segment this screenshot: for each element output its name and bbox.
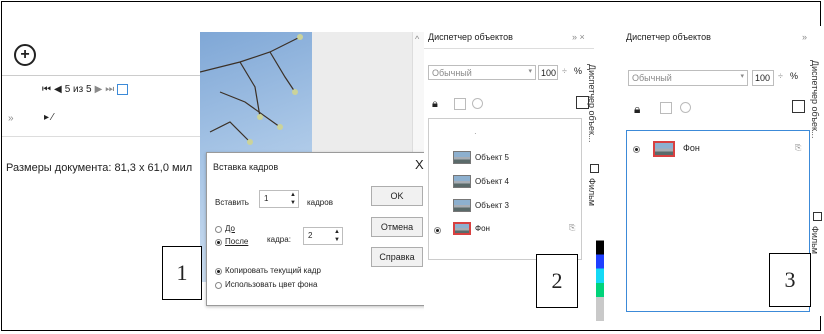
lock-icon[interactable]: 🔒︎	[432, 98, 438, 111]
dialog-title: Вставка кадров	[213, 162, 279, 172]
opacity-stepper-icon[interactable]: ÷	[778, 71, 783, 81]
copy-frame-label[interactable]: Копировать текущий кадр	[225, 266, 321, 275]
lock-icon[interactable]: 🔒︎	[634, 102, 640, 117]
toolbar-separator	[2, 75, 200, 76]
panel-collapse-icon[interactable]: »	[802, 32, 807, 42]
percent-sign: %	[790, 71, 799, 81]
list-item-label[interactable]: Фон	[683, 143, 700, 153]
title-separator	[424, 48, 594, 49]
panel-collapse-icon[interactable]: » ×	[572, 32, 585, 42]
object-thumb	[453, 151, 471, 164]
after-label[interactable]: После	[225, 237, 248, 246]
frame-number-value: 2	[308, 231, 313, 240]
side-tab-object-manager[interactable]: Диспетчер объек...	[810, 60, 820, 138]
after-radio[interactable]	[215, 239, 222, 246]
figure-label-2: 2	[536, 254, 578, 308]
figure-label-1: 1	[162, 246, 202, 300]
percent-sign: %	[574, 66, 583, 76]
side-tab-square-icon[interactable]	[590, 164, 599, 173]
insert-count-input[interactable]: 1 ▲ ▼	[259, 190, 299, 208]
check-icon[interactable]	[472, 98, 483, 109]
panel-title: Диспетчер объектов	[626, 32, 711, 42]
blend-mode-value: Обычный	[432, 68, 472, 78]
use-bg-radio[interactable]	[215, 282, 222, 289]
before-label[interactable]: До	[225, 224, 235, 233]
list-item-label[interactable]: Объект 4	[475, 177, 509, 186]
opacity-stepper-icon[interactable]: ÷	[562, 66, 567, 76]
cancel-button[interactable]: Отмена	[371, 217, 423, 237]
side-tab-square-icon[interactable]	[813, 212, 822, 221]
figure-frame: + ⏮ ◀ 5 из 5 ▶ ⏭ » ▸ ⁄ Размеры документа…	[1, 1, 822, 331]
opacity-input[interactable]: 100	[538, 65, 558, 80]
spin-icon[interactable]: ▲ ▼	[290, 191, 296, 207]
figure-label-3: 3	[769, 253, 811, 307]
list-item-label[interactable]: Объект 3	[475, 201, 509, 210]
chevron-down-icon: ▾	[528, 68, 532, 75]
side-tab-object-manager[interactable]: Диспетчер объек...	[587, 64, 597, 142]
frame-label: кадра:	[267, 235, 291, 244]
use-bg-label[interactable]: Использовать цвет фона	[225, 280, 317, 289]
insert-frames-dialog: Вставка кадров X Вставить 1 ▲ ▼ кадров До…	[206, 152, 434, 306]
panel-1: + ⏮ ◀ 5 из 5 ▶ ⏭ » ▸ ⁄ Размеры документа…	[2, 2, 200, 202]
toolbar-separator-2	[2, 136, 200, 137]
list-item-partial: ·	[474, 129, 477, 138]
layer-options-icon[interactable]: ⎘	[795, 143, 801, 153]
ok-button[interactable]: OK	[371, 186, 423, 206]
copy-frame-radio[interactable]	[215, 268, 222, 275]
first-frame-icon[interactable]: ⏮	[42, 84, 51, 95]
object-thumb	[453, 199, 471, 212]
next-frame-icon[interactable]: ▶	[95, 84, 103, 95]
list-item-label[interactable]: Фон	[475, 224, 490, 233]
list-item-label[interactable]: Объект 5	[475, 153, 509, 162]
spin-icon[interactable]: ▲ ▼	[334, 228, 340, 244]
color-palette	[596, 226, 604, 321]
visibility-radio[interactable]	[434, 227, 441, 234]
blend-mode-select[interactable]: Обычный ▾	[628, 70, 748, 86]
side-tab-film[interactable]: Фильм	[587, 178, 597, 206]
last-frame-icon[interactable]: ⏭	[105, 84, 114, 95]
insert-label: Вставить	[215, 198, 249, 207]
object-list: · Объект 5 Объект 4 Объект 3 Фон ⎘	[428, 118, 582, 260]
frames-unit: кадров	[307, 198, 333, 207]
frame-settings-icon[interactable]	[117, 83, 129, 95]
blend-mode-select[interactable]: Обычный ▾	[428, 65, 536, 80]
frame-number-input[interactable]: 2 ▲ ▼	[303, 227, 343, 245]
expand-icon[interactable]: »	[8, 113, 14, 124]
before-radio[interactable]	[215, 226, 222, 233]
scroll-up-icon[interactable]: ^	[415, 34, 419, 44]
frame-navigation: ⏮ ◀ 5 из 5 ▶ ⏭	[42, 82, 129, 96]
panel-title: Диспетчер объектов	[428, 32, 513, 42]
insert-count-value: 1	[264, 194, 269, 203]
help-button[interactable]: Справка	[371, 247, 423, 267]
check-icon[interactable]	[680, 102, 691, 113]
side-tab-film[interactable]: Фильм	[810, 226, 820, 254]
close-icon[interactable]: X	[415, 157, 424, 172]
frame-counter: 5 из 5	[64, 83, 92, 95]
object-thumb-selected	[653, 141, 675, 157]
new-layer-icon[interactable]	[792, 100, 805, 113]
opacity-input[interactable]: 100	[752, 70, 774, 86]
mask-icon[interactable]	[454, 98, 466, 110]
object-thumb	[453, 175, 471, 188]
object-thumb-selected	[453, 222, 471, 235]
prev-frame-icon[interactable]: ◀	[54, 84, 62, 95]
pen-tool-icon[interactable]: ▸ ⁄	[44, 112, 53, 123]
chevron-down-icon: ▾	[740, 73, 744, 80]
layer-options-icon[interactable]: ⎘	[569, 223, 575, 233]
mask-icon[interactable]	[660, 102, 672, 114]
visibility-radio[interactable]	[633, 146, 640, 153]
add-frame-icon[interactable]: +	[14, 44, 36, 66]
blend-mode-value: Обычный	[632, 73, 672, 83]
document-size: Размеры документа: 81,3 x 61,0 мил	[6, 162, 193, 174]
